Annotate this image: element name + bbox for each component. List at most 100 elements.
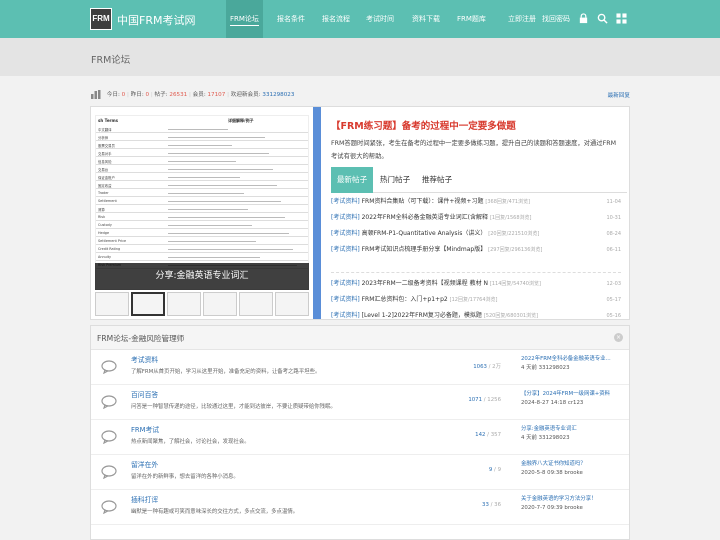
forum-chat-icon bbox=[101, 360, 117, 374]
post-tabs: 最新帖子 热门帖子 推荐帖子 bbox=[331, 167, 627, 193]
post-list-item[interactable]: [考试资料] FRM汇总资料包：入门+p1+p2 [12回复/17764浏览] 0… bbox=[331, 293, 627, 307]
forum-chat-icon bbox=[101, 465, 117, 479]
forum-post-count: 357 bbox=[490, 432, 501, 438]
post-list-item[interactable]: [考试资料] FRM资料合集贴（可下载）：课件+视频+习题 [368回复/471… bbox=[331, 195, 627, 209]
post-date: 12-03 bbox=[606, 281, 621, 287]
register-link[interactable]: 立即注册 bbox=[508, 0, 536, 38]
site-name[interactable]: 中国FRM考试网 bbox=[117, 12, 195, 28]
post-date: 08-24 bbox=[606, 231, 621, 237]
post-date: 05-17 bbox=[606, 297, 621, 303]
post-category[interactable]: [考试资料] bbox=[331, 198, 360, 205]
tab-recommended-posts[interactable]: 推荐帖子 bbox=[417, 167, 457, 193]
slide-doc-row: Trader bbox=[96, 190, 308, 197]
post-list-item[interactable]: [考试资料] 2023年FRM一二级备考资料【视频课程 教材 N [114回复/… bbox=[331, 277, 627, 291]
forum-name[interactable]: FRM考试 bbox=[131, 424, 159, 434]
forum-name[interactable]: 考试资料 bbox=[131, 354, 158, 364]
post-category[interactable]: [考试资料] bbox=[331, 230, 360, 237]
post-category[interactable]: [考试资料] bbox=[331, 312, 360, 319]
last-post-meta: 4 天前 331298023 bbox=[521, 365, 570, 371]
slide-doc-row: 保证金账户 bbox=[96, 174, 308, 181]
slide-doc-row-label: 分析师 bbox=[98, 136, 109, 140]
grid-icon[interactable] bbox=[616, 13, 627, 24]
nav-item-question-bank[interactable]: FRM题库 bbox=[457, 0, 486, 38]
page-title: FRM论坛 bbox=[91, 55, 131, 66]
slide-doc-row: 交易对手 bbox=[96, 150, 308, 157]
forum-stats: 今日: 0 | 昨日: 0 | 帖子: 26531 | 会员: 17107 | … bbox=[91, 86, 631, 104]
search-icon[interactable] bbox=[597, 13, 608, 24]
slide-doc-row-label: 股票交易员 bbox=[98, 144, 115, 148]
post-title[interactable]: 2022年FRM全科必备金融英语专业词汇(含解释 bbox=[362, 214, 488, 221]
forum-name[interactable]: 留洋在外 bbox=[131, 459, 158, 469]
nav-item-process[interactable]: 报名流程 bbox=[322, 0, 350, 38]
forum-row: 插科打诨 幽默是一种有趣或可笑而意味深长的交往方式，多点交流，多点温情。 33 / … bbox=[91, 490, 629, 525]
forum-counts: 1071 / 1256 bbox=[468, 397, 501, 403]
nav-item-forum[interactable]: FRM论坛 bbox=[226, 0, 263, 38]
collapse-icon[interactable]: × bbox=[614, 333, 623, 342]
slide-doc-row-text-line bbox=[168, 217, 285, 218]
slide-doc-row: Risk bbox=[96, 214, 308, 221]
post-category[interactable]: [考试资料] bbox=[331, 214, 360, 221]
last-post-meta: 2024-8-27 14:18 cr123 bbox=[521, 400, 584, 406]
last-post-title[interactable]: 分享:金融英语专业词汇 bbox=[521, 425, 625, 434]
slide-doc-row-label: Trader bbox=[98, 191, 109, 195]
latest-replies-link[interactable]: 最新回复 bbox=[608, 91, 630, 99]
section-title[interactable]: FRM论坛-金融风险管理师 bbox=[97, 333, 184, 344]
post-title[interactable]: FRM资料合集贴（可下载）：课件+视频+习题 bbox=[362, 198, 484, 205]
slide-doc-row-text-line bbox=[168, 209, 248, 210]
forum-post-count: 2万 bbox=[492, 364, 501, 370]
nav-item-downloads[interactable]: 资料下载 bbox=[412, 0, 440, 38]
post-title[interactable]: 2023年FRM一二级备考资料【视频课程 教材 N bbox=[362, 280, 488, 287]
slide-doc-row-label: 保证金账户 bbox=[98, 176, 115, 180]
lock-icon[interactable] bbox=[578, 13, 589, 24]
newest-member-link[interactable]: 331298023 bbox=[262, 92, 294, 98]
post-list-item[interactable]: [考试资料] 2022年FRM全科必备金融英语专业词汇(含解释 [1回复/156… bbox=[331, 211, 627, 225]
post-category[interactable]: [考试资料] bbox=[331, 246, 360, 253]
forum-row: FRM考试 热点新闻聚焦，了解社会，讨论社会，发现社会。 142 / 357 分享:金… bbox=[91, 420, 629, 455]
site-logo-mark[interactable]: FRM bbox=[90, 8, 112, 30]
slide-thumbnail[interactable] bbox=[131, 292, 165, 316]
last-post-meta: 4 天前 331298023 bbox=[521, 435, 570, 441]
post-title[interactable]: FRM汇总资料包：入门+p1+p2 bbox=[362, 296, 448, 303]
slide-thumbnail[interactable] bbox=[95, 292, 129, 316]
last-post-title[interactable]: 关于金融英语的学习方法分享！ bbox=[521, 495, 625, 504]
forum-chat-icon bbox=[101, 430, 117, 444]
slide-doc-row: 固定收益 bbox=[96, 182, 308, 189]
post-category[interactable]: [考试资料] bbox=[331, 296, 360, 303]
post-list-item[interactable]: [考试资料] [Level 1-2]2022年FRM复习必备题，模拟题 [520… bbox=[331, 309, 627, 323]
tab-hot-posts[interactable]: 热门帖子 bbox=[375, 167, 415, 193]
slide-thumbnail[interactable] bbox=[167, 292, 201, 316]
post-category[interactable]: [考试资料] bbox=[331, 280, 360, 287]
forum-name[interactable]: 插科打诨 bbox=[131, 494, 158, 504]
slide-thumbnail[interactable] bbox=[275, 292, 309, 316]
slide-doc-row-text-line bbox=[168, 241, 256, 242]
last-post-title[interactable]: 金融界八大证书你知道吗？ bbox=[521, 460, 625, 469]
forum-row: 考试资料 了解FRM从首页开始，学习从这里开始，准备充足的资料，让备考之路平坦些。… bbox=[91, 350, 629, 385]
forum-thread-count: 33 bbox=[482, 502, 489, 508]
post-title[interactable]: [Level 1-2]2022年FRM复习必备题，模拟题 bbox=[362, 312, 482, 319]
members-label: 会员: bbox=[192, 92, 206, 98]
slide-caption[interactable]: 分享:金融英语专业词汇 bbox=[95, 263, 309, 290]
nav-item-requirements[interactable]: 报名条件 bbox=[277, 0, 305, 38]
bar-chart-icon bbox=[91, 90, 101, 99]
post-list-item[interactable]: [考试资料] FRM考试知识点梳理手册分享【Mindmap版】 [297回复/2… bbox=[331, 243, 627, 257]
slide-doc-row-text-line bbox=[168, 257, 260, 258]
post-meta: [20回复/221510浏览] bbox=[488, 231, 540, 237]
slide-doc-row: 中文翻译 bbox=[96, 126, 308, 133]
last-post-title[interactable]: 2022年FRM全科必备金融英语专业... bbox=[521, 355, 625, 364]
slide-doc-col-left: sh Terms bbox=[98, 118, 119, 123]
forum-last-post: 金融界八大证书你知道吗？ 2020-5-8 09:38 brooke bbox=[521, 460, 625, 478]
post-meta: [520回复/680301浏览] bbox=[483, 313, 539, 319]
slide-thumbnail[interactable] bbox=[239, 292, 273, 316]
tab-latest-posts[interactable]: 最新帖子 bbox=[331, 167, 373, 193]
slideshow: sh Terms 详细解释/例子 中文翻译 分析师 股票交易员 交易对手 信息风险 交易台… bbox=[91, 107, 313, 319]
slide-doc-row: Custody bbox=[96, 222, 308, 229]
last-post-title[interactable]: 【分享】2024年FRM一级网课+资料 bbox=[521, 390, 625, 399]
forgot-password-link[interactable]: 找回密码 bbox=[542, 0, 570, 38]
nav-item-exam-time[interactable]: 考试时间 bbox=[366, 0, 394, 38]
post-list-item[interactable]: [考试资料] 高顿FRM-P1-Quantitative Analysis（讲义… bbox=[331, 227, 627, 241]
post-title[interactable]: FRM考试知识点梳理手册分享【Mindmap版】 bbox=[362, 246, 487, 253]
forum-name[interactable]: 百问百答 bbox=[131, 389, 158, 399]
promo-headline[interactable]: 【FRM练习题】备考的过程中一定要多做题 bbox=[331, 118, 516, 132]
post-title[interactable]: 高顿FRM-P1-Quantitative Analysis（讲义） bbox=[362, 230, 487, 237]
slide-thumbnail[interactable] bbox=[203, 292, 237, 316]
